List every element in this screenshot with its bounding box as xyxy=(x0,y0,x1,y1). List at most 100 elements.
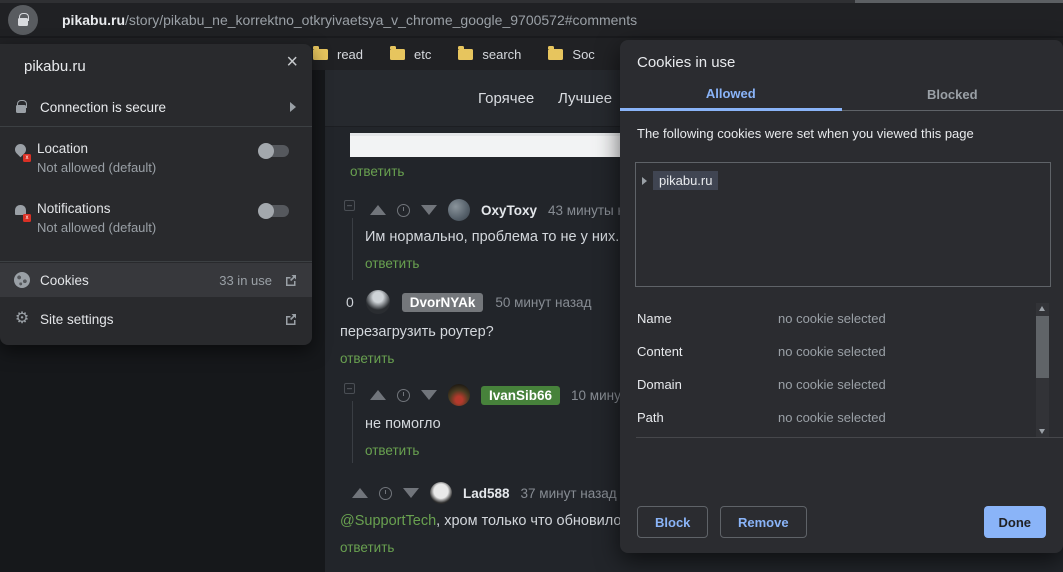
bookmark-folder-read[interactable]: read xyxy=(313,45,363,62)
upvote-icon[interactable] xyxy=(352,488,368,498)
field-row-path: Path no cookie selected xyxy=(637,401,1029,434)
scroll-down-icon[interactable] xyxy=(1039,429,1045,434)
reply-link[interactable]: ответить xyxy=(365,443,419,458)
external-link-icon xyxy=(286,314,296,325)
close-icon[interactable]: × xyxy=(286,52,298,72)
avatar[interactable] xyxy=(365,290,390,314)
comment-author-badge[interactable]: DvorNYAk xyxy=(401,292,484,312)
url-path: /story/pikabu_ne_korrektno_otkryivaetsya… xyxy=(125,12,638,28)
url-text[interactable]: pikabu.ru/story/pikabu_ne_korrektno_otkr… xyxy=(62,12,637,28)
site-settings-menu-item[interactable]: ⚙ Site settings xyxy=(0,302,312,336)
reply-link[interactable]: ответить xyxy=(340,540,394,555)
location-toggle[interactable] xyxy=(258,143,290,159)
done-button[interactable]: Done xyxy=(983,506,1046,538)
comment-time-icon[interactable] xyxy=(397,203,410,217)
bookmark-folder-soc[interactable]: Soc xyxy=(548,45,595,62)
field-value: no cookie selected xyxy=(778,311,886,326)
field-label: Path xyxy=(637,410,664,425)
dialog-tabs: Allowed Blocked xyxy=(620,82,1063,111)
downvote-icon[interactable] xyxy=(403,488,419,498)
scroll-up-icon[interactable] xyxy=(1039,306,1045,311)
cookie-tree-item-label[interactable]: pikabu.ru xyxy=(653,171,719,190)
permission-status: Not allowed (default) xyxy=(37,220,157,235)
tab-blocked[interactable]: Blocked xyxy=(841,82,1063,111)
thread-line[interactable] xyxy=(352,218,353,280)
nav-hot-link[interactable]: Горячее xyxy=(478,90,534,107)
folder-icon xyxy=(548,45,564,60)
comment-author[interactable]: Lad588 xyxy=(463,486,510,501)
permission-status: Not allowed (default) xyxy=(37,160,157,175)
field-row-domain: Domain no cookie selected xyxy=(637,368,1029,401)
notifications-toggle[interactable] xyxy=(258,203,290,219)
field-value: no cookie selected xyxy=(778,377,886,392)
blocked-badge-icon: x xyxy=(23,154,31,162)
bookmark-label: Soc xyxy=(572,46,595,62)
chevron-right-icon xyxy=(290,102,296,112)
permission-row-location: x Location Not allowed (default) xyxy=(0,140,312,188)
comment-time-icon[interactable] xyxy=(397,388,410,402)
address-bar[interactable]: pikabu.ru/story/pikabu_ne_korrektno_otkr… xyxy=(0,3,1063,36)
nav-best-link[interactable]: Лучшее xyxy=(558,90,612,107)
permission-label: Location xyxy=(37,141,89,156)
cookies-menu-item[interactable]: Cookies 33 in use xyxy=(0,263,312,297)
collapse-comment-button[interactable]: – xyxy=(344,383,355,394)
scrollbar[interactable] xyxy=(1036,303,1049,437)
upvote-icon[interactable] xyxy=(370,390,386,400)
site-info-chip[interactable] xyxy=(8,5,38,35)
remove-button[interactable]: Remove xyxy=(720,506,807,538)
mention-link[interactable]: @SupportTech xyxy=(340,513,436,529)
field-label: Content xyxy=(637,344,683,359)
gear-icon: ⚙ xyxy=(14,310,30,327)
location-icon: x xyxy=(12,141,31,162)
cookie-tree[interactable]: pikabu.ru xyxy=(635,162,1051,287)
comment-author-badge[interactable]: IvanSib66 xyxy=(481,385,561,405)
popup-title: pikabu.ru xyxy=(24,58,86,75)
comment-time-icon[interactable] xyxy=(379,486,392,500)
folder-icon xyxy=(458,45,474,60)
cookies-in-use-dialog: Cookies in use Allowed Blocked The follo… xyxy=(620,40,1063,553)
avatar[interactable] xyxy=(430,482,452,504)
divider xyxy=(636,437,1063,438)
cookie-icon xyxy=(14,272,30,288)
cookie-tree-item-pikabu[interactable]: pikabu.ru xyxy=(642,171,1044,190)
reply-link[interactable]: ответить xyxy=(365,256,419,271)
block-button[interactable]: Block xyxy=(637,506,709,538)
permission-row-notifications: x Notifications Not allowed (default) xyxy=(0,200,312,248)
field-value: no cookie selected xyxy=(778,410,886,425)
cookies-usage-count: 33 in use xyxy=(219,272,272,288)
avatar[interactable] xyxy=(448,384,470,406)
dialog-description: The following cookies were set when you … xyxy=(637,126,974,141)
comment-author[interactable]: OxyToxy xyxy=(481,203,537,218)
site-info-popup: pikabu.ru × Connection is secure x Locat… xyxy=(0,44,312,345)
avatar[interactable] xyxy=(448,199,470,221)
bookmark-folder-search[interactable]: search xyxy=(458,45,521,62)
comment-time: 37 минут назад xyxy=(520,485,617,501)
reply-link[interactable]: ответить xyxy=(350,164,404,179)
downvote-icon[interactable] xyxy=(421,390,437,400)
url-host: pikabu.ru xyxy=(62,12,126,28)
field-label: Domain xyxy=(637,377,682,392)
cookies-label: Cookies xyxy=(40,272,89,288)
downvote-icon[interactable] xyxy=(421,205,437,215)
tab-allowed[interactable]: Allowed xyxy=(620,82,842,111)
site-settings-label: Site settings xyxy=(40,311,114,327)
permission-label: Notifications xyxy=(37,201,111,216)
bookmark-folder-etc[interactable]: etc xyxy=(390,45,431,62)
folder-icon xyxy=(313,45,328,60)
scrollbar-thumb[interactable] xyxy=(1036,316,1049,378)
cookie-detail-fields: Name no cookie selected Content no cooki… xyxy=(637,302,1029,434)
divider xyxy=(0,126,312,127)
comment-rating: 0 xyxy=(346,294,354,310)
thread-line[interactable] xyxy=(352,401,353,463)
upvote-icon[interactable] xyxy=(370,205,386,215)
collapse-comment-button[interactable]: – xyxy=(344,200,355,211)
lock-icon xyxy=(18,13,29,26)
connection-secure-row[interactable]: Connection is secure xyxy=(0,88,312,126)
reply-link[interactable]: ответить xyxy=(340,351,394,366)
divider xyxy=(0,261,312,262)
blocked-badge-icon: x xyxy=(23,214,31,222)
external-link-icon xyxy=(286,275,296,286)
field-label: Name xyxy=(637,311,672,326)
expand-caret-icon[interactable] xyxy=(642,176,647,185)
comment-text: перезагрузить роутер? xyxy=(340,324,494,340)
